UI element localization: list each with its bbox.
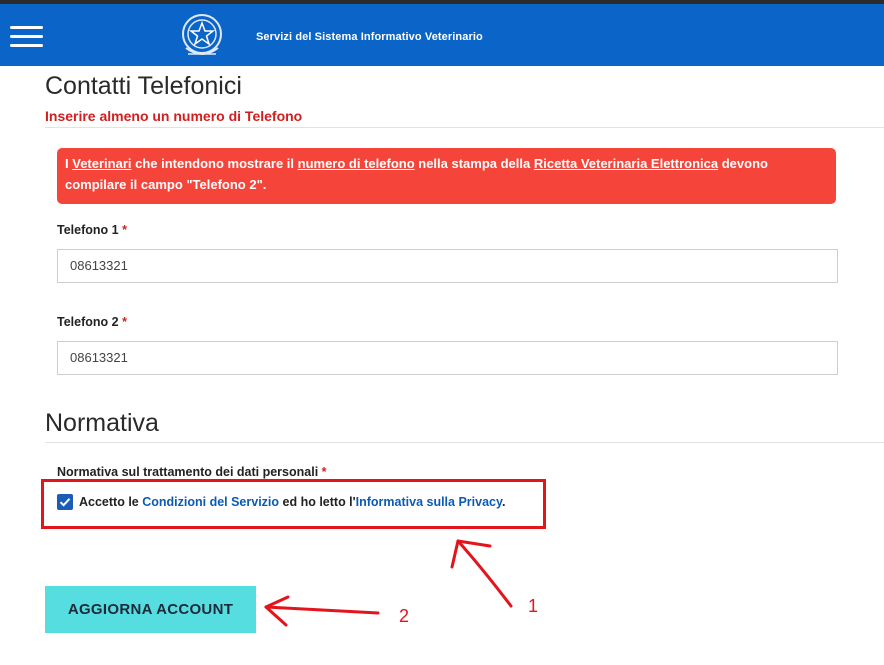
privacy-regulation-label: Normativa sul trattamento dei dati perso… xyxy=(57,465,327,479)
hamburger-menu-icon[interactable] xyxy=(10,26,43,48)
required-asterisk: * xyxy=(321,465,327,479)
annotation-label-2: 2 xyxy=(399,606,410,626)
phone1-label-text: Telefono 1 xyxy=(57,223,119,237)
alert-link-electronic-prescription: Ricetta Veterinaria Elettronica xyxy=(533,156,719,171)
contacts-divider xyxy=(45,127,884,128)
header-title: Servizi del Sistema Informativo Veterina… xyxy=(256,31,483,43)
required-asterisk: * xyxy=(122,223,127,237)
veterinarian-phone-alert: I Veterinari che intendono mostrare il n… xyxy=(57,148,836,204)
phone2-label: Telefono 2 * xyxy=(57,315,127,329)
alert-text: nella stampa della xyxy=(414,156,534,171)
regulation-section-title: Normativa xyxy=(45,409,159,437)
annotation-highlight-box xyxy=(41,479,546,529)
phone-required-note: Inserire almeno un numero di Telefono xyxy=(45,108,303,124)
alert-link-phone-number: numero di telefono xyxy=(297,156,415,171)
required-asterisk: * xyxy=(122,315,127,329)
regulation-divider xyxy=(45,442,884,443)
top-header-bar: Servizi del Sistema Informativo Veterina… xyxy=(0,4,884,66)
update-account-button[interactable]: AGGIORNA ACCOUNT xyxy=(45,586,256,633)
phone1-label: Telefono 1 * xyxy=(57,223,127,237)
arrow-1 xyxy=(450,539,513,608)
contacts-section-title: Contatti Telefonici xyxy=(45,72,242,100)
italian-republic-emblem-icon xyxy=(178,10,226,62)
alert-link-veterinari: Veterinari xyxy=(72,156,132,171)
phone2-label-text: Telefono 2 xyxy=(57,315,119,329)
annotation-label-1: 1 xyxy=(528,596,539,616)
privacy-regulation-label-text: Normativa sul trattamento dei dati perso… xyxy=(57,465,319,479)
alert-text: che intendono mostrare il xyxy=(131,156,298,171)
phone1-input[interactable]: 08613321 xyxy=(57,249,838,283)
arrow-2 xyxy=(264,595,380,627)
phone2-input[interactable]: 08613321 xyxy=(57,341,838,375)
